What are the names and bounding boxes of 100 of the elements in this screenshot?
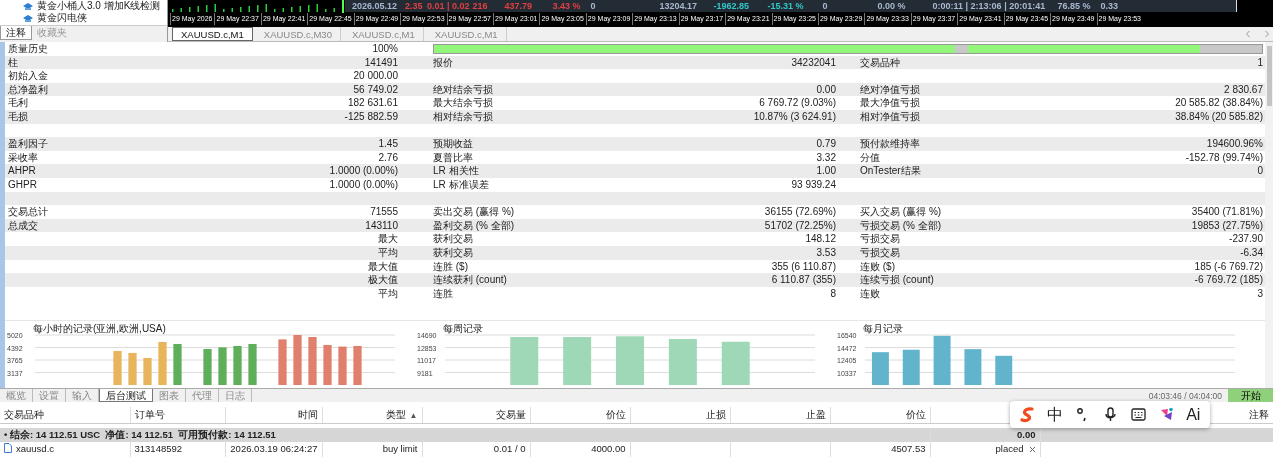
column-header[interactable]: 交易品种: [4, 408, 44, 420]
info-value: 0: [590, 0, 596, 12]
stat-value: 93 939.24: [791, 178, 836, 190]
stat-label: 夏普比率: [433, 151, 473, 163]
stat-value: 34232041: [791, 56, 836, 68]
info-value: -1962.85: [713, 0, 750, 12]
stat-label: 毛损: [8, 110, 28, 122]
stat-value: 1.45: [378, 138, 398, 150]
elapsed-time: 04:03:46 / 04:04:00: [1148, 390, 1223, 402]
info-value: 437.79: [504, 0, 533, 12]
stat-label: OnTester结果: [860, 165, 921, 177]
chart-title: 每小时的记录(亚洲,欧洲,USA): [32, 323, 167, 335]
stat-label: 毛利: [8, 97, 28, 109]
close-icon[interactable]: [1028, 446, 1036, 454]
stat-value: 194600.96%: [1206, 138, 1263, 150]
stat-label: 相对结余亏损: [433, 110, 493, 122]
stat-value: 1.0000 (0.00%): [329, 178, 398, 190]
ime-mode-label[interactable]: Ai: [1186, 405, 1201, 424]
stat-value: 0.79: [816, 138, 836, 150]
stat-value: 20 000.00: [353, 70, 398, 82]
stat-label: 柱: [8, 56, 18, 68]
ime-mode-label[interactable]: 中: [1047, 405, 1064, 424]
keyboard-icon[interactable]: [1130, 406, 1148, 423]
scrollbar[interactable]: [1265, 42, 1273, 388]
panel-tab[interactable]: 注释: [0, 26, 32, 40]
stat-value: 平均: [378, 287, 398, 299]
stat-label: 交易品种: [860, 56, 900, 68]
info-value: 76.85 %: [1057, 0, 1091, 12]
stat-value: 最大值: [368, 260, 398, 272]
stat-value: 最大: [378, 233, 398, 245]
stat-value: 185 (-6 769.72): [1194, 260, 1263, 272]
column-header[interactable]: 止盈: [805, 408, 826, 420]
column-header[interactable]: 止损: [705, 408, 726, 420]
stat-value: 1.0000 (0.00%): [329, 165, 398, 177]
stat-value: 38.84% (20 585.82): [1175, 110, 1263, 122]
column-header[interactable]: 注释: [1248, 408, 1269, 420]
column-header[interactable]: 价位: [905, 408, 926, 420]
info-value: 13204.17: [659, 0, 698, 12]
tester-tab[interactable]: 后台测试: [99, 389, 153, 402]
column-header[interactable]: 订单号: [134, 408, 165, 420]
table-cell: placed: [995, 443, 1024, 455]
stat-label: 盈利交易 (% 全部): [433, 219, 515, 231]
stat-label: 连胜 ($): [433, 260, 468, 272]
info-value: -15.31 %: [767, 0, 804, 12]
stat-label: GHPR: [8, 178, 37, 190]
stat-label: AHPR: [8, 165, 36, 177]
stat-label: 盈利因子: [8, 138, 48, 150]
table-cell: buy limit: [382, 443, 418, 455]
stat-value: -237.90: [1229, 233, 1263, 245]
stat-label: 采收率: [8, 151, 38, 163]
stat-value: 0.00: [816, 83, 836, 95]
column-header[interactable]: 类型: [385, 408, 406, 420]
stat-label: 总成交: [8, 219, 38, 231]
stat-label: 交易总计: [8, 206, 48, 218]
chart-title: 每月记录: [862, 323, 904, 335]
chart-title: 每周记录: [442, 323, 484, 335]
stat-label: 买入交易 (赢得 %): [860, 206, 942, 218]
column-header[interactable]: 交易量: [495, 408, 526, 420]
stat-value: 6 769.72 (9.03%): [759, 97, 836, 109]
navigator-item[interactable]: 黄金小桶人3.0 增加K线检测: [37, 0, 161, 12]
stat-value: 148.12: [805, 233, 836, 245]
navigator-item[interactable]: 黄金闪电侠: [37, 12, 87, 24]
info-value: 2026.05.12: [352, 0, 398, 12]
stat-value: 141491: [364, 56, 398, 68]
stat-value: 1.00: [816, 165, 836, 177]
stat-label: 连续亏损 (count): [860, 274, 934, 286]
stat-value: 100%: [372, 43, 398, 54]
stat-value: 182 631.61: [347, 97, 398, 109]
stat-value: 143110: [365, 219, 398, 231]
stat-label: 最大结余亏损: [433, 97, 493, 109]
stat-label: 相对净值亏损: [860, 110, 920, 122]
column-header[interactable]: 价位: [605, 408, 626, 420]
stat-label: LR 标准误差: [433, 178, 489, 190]
stat-label: 获利交易: [433, 246, 473, 258]
stat-label: 最大净值亏损: [860, 97, 920, 109]
stat-label: 连败 ($): [860, 260, 895, 272]
column-header[interactable]: 时间: [297, 408, 318, 420]
stat-label: 亏损交易: [860, 233, 900, 245]
sort-icon: ▲: [409, 410, 418, 420]
table-cell: xauusd.c: [16, 443, 55, 455]
stat-label: 连胜: [433, 287, 453, 299]
stat-label: LR 相关性: [433, 165, 479, 177]
stat-value: 3: [1257, 287, 1263, 299]
balance-summary: • 结余: 14 112.51 USC 净值: 14 112.51 可用预付款: 14 112.51: [4, 429, 276, 440]
stat-value: -6.34: [1240, 246, 1263, 258]
info-value: 2.35: [405, 0, 423, 12]
stat-label: 绝对结余亏损: [433, 83, 493, 95]
table-cell: 4000.00: [591, 443, 626, 455]
stat-value: 8: [830, 287, 836, 299]
info-value: 0.01 | 0.02: [427, 0, 470, 12]
stat-label: 获利交易: [433, 233, 473, 245]
stat-label: 绝对净值亏损: [860, 83, 920, 95]
info-value: 0:00:11 | 2:13:06 | 20:01:41: [932, 0, 1046, 12]
info-value: 216: [472, 0, 488, 12]
start-button[interactable]: 开始: [1228, 389, 1273, 402]
chart-tab[interactable]: XAUUSD.c,M1: [172, 27, 253, 41]
stat-value: 20 585.82 (38.84%): [1175, 97, 1263, 109]
stat-value: 平均: [378, 246, 398, 258]
stat-value: -6 769.72 (185): [1194, 274, 1263, 286]
summary-total: 0.00: [1017, 429, 1036, 440]
